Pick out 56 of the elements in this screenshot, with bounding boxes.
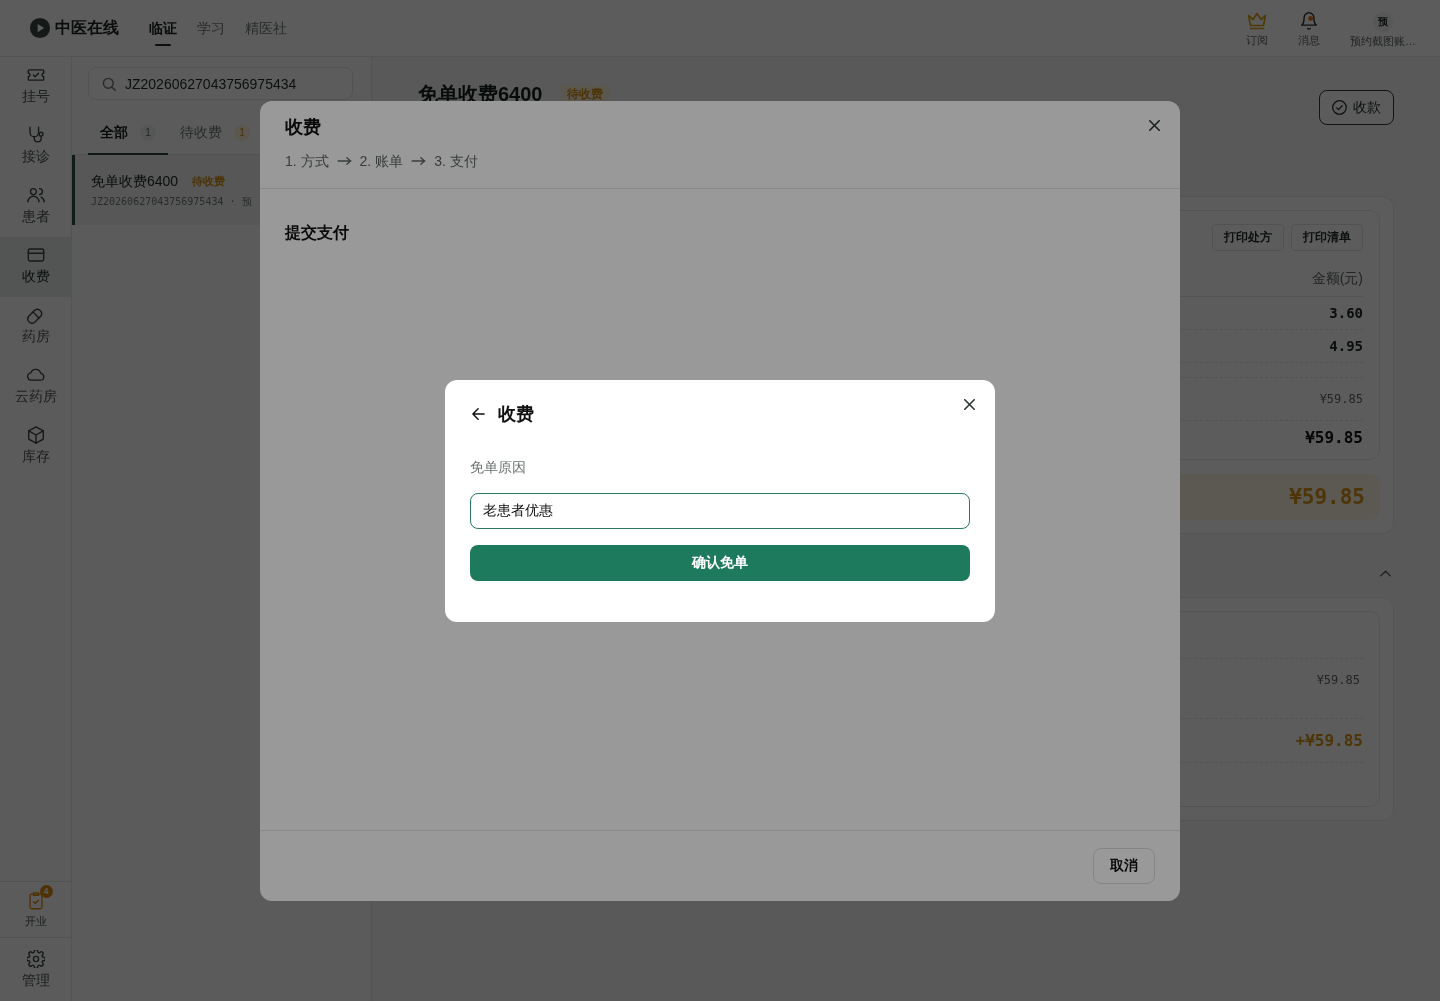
collect-button[interactable]: 收款 bbox=[1319, 90, 1394, 125]
clipboard-check-icon bbox=[26, 892, 45, 910]
tab-count: 1 bbox=[234, 124, 250, 141]
sidebar-item[interactable]: 患者 bbox=[0, 177, 71, 237]
payment-amount: +¥59.85 bbox=[1295, 731, 1363, 750]
sidebar-item[interactable]: 药房 bbox=[0, 297, 71, 357]
sidebar-item[interactable]: 库存 bbox=[0, 417, 71, 477]
dialog-title: 收费 bbox=[285, 115, 321, 139]
app-logo-text: 中医在线 bbox=[55, 17, 119, 38]
step-label: 3. 支付 bbox=[434, 151, 478, 171]
pill-icon bbox=[26, 306, 45, 324]
back-button[interactable] bbox=[470, 407, 485, 420]
avatar[interactable]: 预 bbox=[1373, 12, 1393, 32]
bell-with-dot-icon[interactable] bbox=[1300, 12, 1318, 30]
check-circle-icon bbox=[1332, 100, 1347, 115]
column-header: 金额(元) bbox=[1311, 270, 1363, 288]
sidebar-item[interactable]: 收费 bbox=[0, 237, 71, 297]
sidebar-item[interactable]: 挂号 bbox=[0, 57, 71, 117]
close-icon bbox=[1149, 119, 1160, 131]
arrow-right-icon bbox=[411, 156, 427, 165]
payment-amount: ¥59.85 bbox=[1316, 672, 1360, 689]
arrow-right-icon bbox=[336, 156, 352, 165]
search-field[interactable]: JZ20260627043756975434 bbox=[88, 67, 353, 100]
cloud-icon bbox=[26, 366, 45, 384]
users-icon bbox=[26, 186, 45, 204]
item-title: 免单收费6400 bbox=[91, 172, 179, 191]
card-icon bbox=[26, 246, 45, 264]
amount-value: 3.60 bbox=[1329, 305, 1363, 321]
field-label: 免单原因 bbox=[470, 457, 526, 477]
cancel-button[interactable]: 取消 bbox=[1093, 847, 1155, 884]
notification-count: 4 bbox=[39, 885, 53, 898]
arrow-left-icon bbox=[472, 407, 485, 420]
status-tag: 待收费 bbox=[192, 173, 226, 189]
box-icon bbox=[26, 426, 45, 444]
close-button[interactable] bbox=[964, 398, 975, 410]
ticket-icon bbox=[26, 66, 45, 84]
amount-due: ¥59.85 bbox=[1289, 485, 1365, 509]
nav-tab[interactable]: 临证 bbox=[149, 8, 177, 48]
print-button[interactable]: 打印清单 bbox=[1291, 224, 1363, 251]
sidebar-item[interactable]: 接诊 bbox=[0, 117, 71, 177]
amount-value: 4.95 bbox=[1329, 338, 1363, 354]
play-logo-icon bbox=[29, 17, 51, 39]
settings-icon bbox=[26, 950, 45, 968]
print-button[interactable]: 打印处方 bbox=[1212, 224, 1284, 251]
sidebar-item[interactable]: 管理 bbox=[0, 938, 71, 1001]
input-field[interactable]: 老患者优惠 bbox=[470, 492, 970, 529]
close-button[interactable] bbox=[1149, 119, 1160, 131]
total-value: ¥59.85 bbox=[1305, 427, 1363, 447]
search-icon bbox=[102, 77, 116, 91]
sidebar-item[interactable]: 云药房 bbox=[0, 357, 71, 417]
stethoscope-icon bbox=[26, 126, 45, 144]
confirm-button[interactable]: 确认免单 bbox=[470, 544, 970, 581]
subtotal-value: ¥59.85 bbox=[1319, 392, 1363, 406]
section-title: 提交支付 bbox=[285, 222, 349, 243]
dialog-title: 收费 bbox=[498, 402, 534, 426]
close-icon bbox=[964, 398, 975, 410]
